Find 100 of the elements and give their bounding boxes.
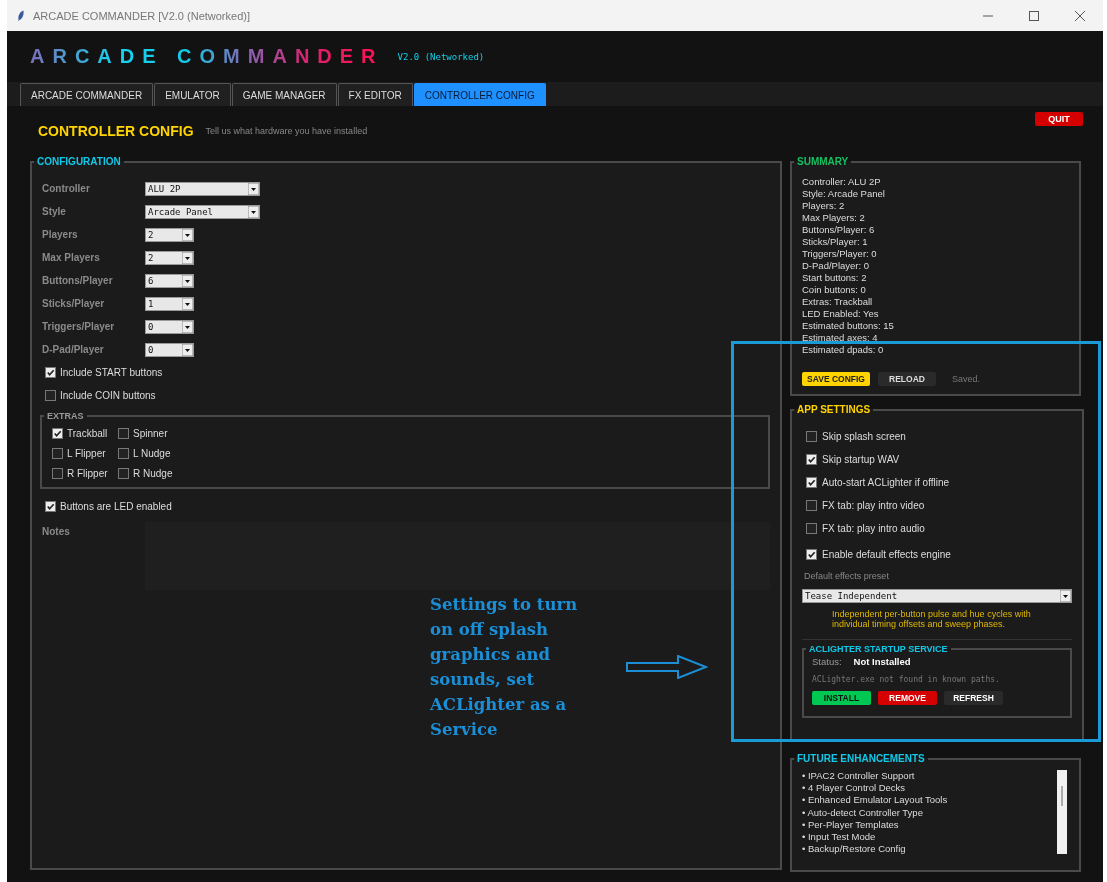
checkbox[interactable] (806, 500, 817, 511)
field-label: Notes (42, 525, 71, 539)
section-title: CONFIGURATION (36, 156, 122, 167)
feather-icon (17, 9, 25, 22)
checkbox[interactable] (45, 501, 56, 512)
list-item: • 4 Player Control Decks (802, 782, 907, 795)
section-title: SUMMARY (796, 156, 850, 167)
dropdown[interactable]: 0 (145, 342, 194, 357)
list-item: • Per-Player Templates (802, 818, 900, 831)
save-config-button[interactable]: SAVE CONFIG (802, 372, 870, 386)
tab[interactable]: CONTROLLER CONFIG (413, 83, 546, 106)
checkbox-label: FX tab: play intro audio (822, 523, 925, 534)
scrollbar[interactable] (1057, 770, 1067, 854)
checkbox-label: Skip splash screen (822, 431, 906, 442)
page-title: CONTROLLER CONFIG (38, 123, 194, 139)
checkbox-label: R Nudge (133, 467, 173, 479)
summary-line: Sticks/Player: 1 (802, 236, 869, 248)
field-label: Sticks/Player (42, 298, 106, 309)
dropdown[interactable]: 6 (145, 273, 194, 288)
checkbox-label: Spinner (133, 427, 168, 439)
field-label: Max Players (42, 252, 101, 263)
summary-line: Players: 2 (802, 200, 846, 212)
checkbox[interactable] (806, 523, 817, 534)
summary-line: Estimated dpads: 0 (802, 344, 885, 356)
checkbox-label: R Flipper (67, 467, 108, 479)
checkbox-label: Trackball (67, 427, 108, 439)
checkbox[interactable] (806, 549, 817, 560)
summary-line: Estimated buttons: 15 (802, 320, 895, 332)
checkbox[interactable] (118, 447, 129, 459)
dropdown[interactable]: 2 (145, 227, 194, 242)
service-button[interactable]: REFRESH (944, 691, 1003, 705)
list-item: • Backup/Restore Config (802, 843, 907, 856)
close-icon[interactable] (1075, 10, 1085, 21)
tab[interactable]: EMULATOR (154, 83, 231, 106)
caret-icon[interactable] (182, 228, 193, 241)
dropdown[interactable]: 1 (145, 296, 194, 311)
checkbox[interactable] (118, 467, 129, 479)
caret-icon[interactable] (182, 274, 193, 287)
checkbox[interactable] (52, 467, 63, 479)
status-text: Saved. (952, 374, 981, 384)
checkbox[interactable] (52, 447, 63, 459)
caret-icon[interactable] (182, 320, 193, 333)
summary-line: Triggers/Player: 0 (802, 248, 878, 260)
field-label: Triggers/Player (42, 321, 116, 332)
dropdown[interactable]: Tease Independent (802, 589, 1072, 603)
caret-icon[interactable] (182, 343, 193, 356)
summary-line: Style: Arcade Panel (802, 188, 886, 200)
group-title: EXTRAS (46, 411, 85, 421)
version-label: V2.0 (Networked) (397, 51, 485, 62)
caret-icon[interactable] (248, 205, 259, 218)
checkbox[interactable] (806, 477, 817, 488)
section-title: FUTURE ENHANCEMENTS (796, 753, 926, 764)
checkbox[interactable] (52, 427, 63, 439)
dropdown[interactable]: ALU 2P (145, 181, 260, 196)
service-button[interactable]: REMOVE (878, 691, 937, 705)
checkbox-label: Auto-start ACLighter if offline (822, 477, 950, 488)
group-title: ACLIGHTER STARTUP SERVICE (808, 644, 949, 654)
field-label: Default effects preset (804, 571, 890, 581)
tab[interactable]: FX EDITOR (337, 83, 413, 106)
window-title: ARCADE COMMANDER [V2.0 (Networked)] (33, 9, 250, 22)
checkbox[interactable] (45, 367, 56, 378)
checkbox[interactable] (806, 431, 817, 442)
caret-icon[interactable] (1060, 590, 1071, 602)
summary-line: Estimated axes: 4 (802, 332, 879, 344)
status-label: Status: (812, 656, 842, 667)
summary-line: LED Enabled: Yes (802, 308, 880, 320)
checkbox-label: FX tab: play intro video (822, 500, 925, 511)
maximize-icon[interactable] (1029, 10, 1039, 21)
checkbox-label: Include COIN buttons (60, 390, 156, 401)
list-item: • Auto-detect Controller Type (802, 806, 924, 819)
caret-icon[interactable] (182, 251, 193, 264)
dropdown[interactable]: 2 (145, 250, 194, 265)
checkbox-label: Buttons are LED enabled (60, 501, 172, 512)
checkbox-label: Include START buttons (60, 367, 163, 378)
notes-field[interactable] (145, 522, 770, 590)
field-label: Style (42, 206, 67, 217)
preset-description: Independent per-button pulse and hue cycles with individual timing offsets and sweep phases. (832, 609, 1032, 629)
summary-line: Coin buttons: 0 (802, 284, 867, 296)
checkbox-label: L Flipper (67, 447, 106, 459)
service-button[interactable]: INSTALL (812, 691, 871, 705)
checkbox[interactable] (118, 427, 129, 439)
summary-line: Max Players: 2 (802, 212, 866, 224)
checkbox[interactable] (45, 390, 56, 401)
caret-icon[interactable] (248, 182, 259, 195)
annotation-text: Settings to turn on off splash graphics and sounds, set ACLighter as a Service (430, 594, 578, 741)
checkbox-label: Enable default effects engine (822, 549, 951, 560)
field-label: Players (42, 229, 79, 240)
page-subtitle: Tell us what hardware you have installed (205, 126, 368, 136)
summary-line: Buttons/Player: 6 (802, 224, 876, 236)
service-message: ACLighter.exe not found in known paths. (812, 675, 1001, 684)
tab[interactable]: GAME MANAGER (231, 83, 337, 106)
quit-button[interactable]: QUIT (1035, 111, 1083, 126)
checkbox[interactable] (806, 454, 817, 465)
summary-line: Controller: ALU 2P (802, 176, 882, 188)
caret-icon[interactable] (182, 297, 193, 310)
tab[interactable]: ARCADE COMMANDER (20, 83, 154, 106)
dropdown[interactable]: Arcade Panel (145, 204, 260, 219)
summary-line: Start buttons: 2 (802, 272, 868, 284)
dropdown[interactable]: 0 (145, 319, 194, 334)
reload-button[interactable]: RELOAD (878, 372, 936, 386)
